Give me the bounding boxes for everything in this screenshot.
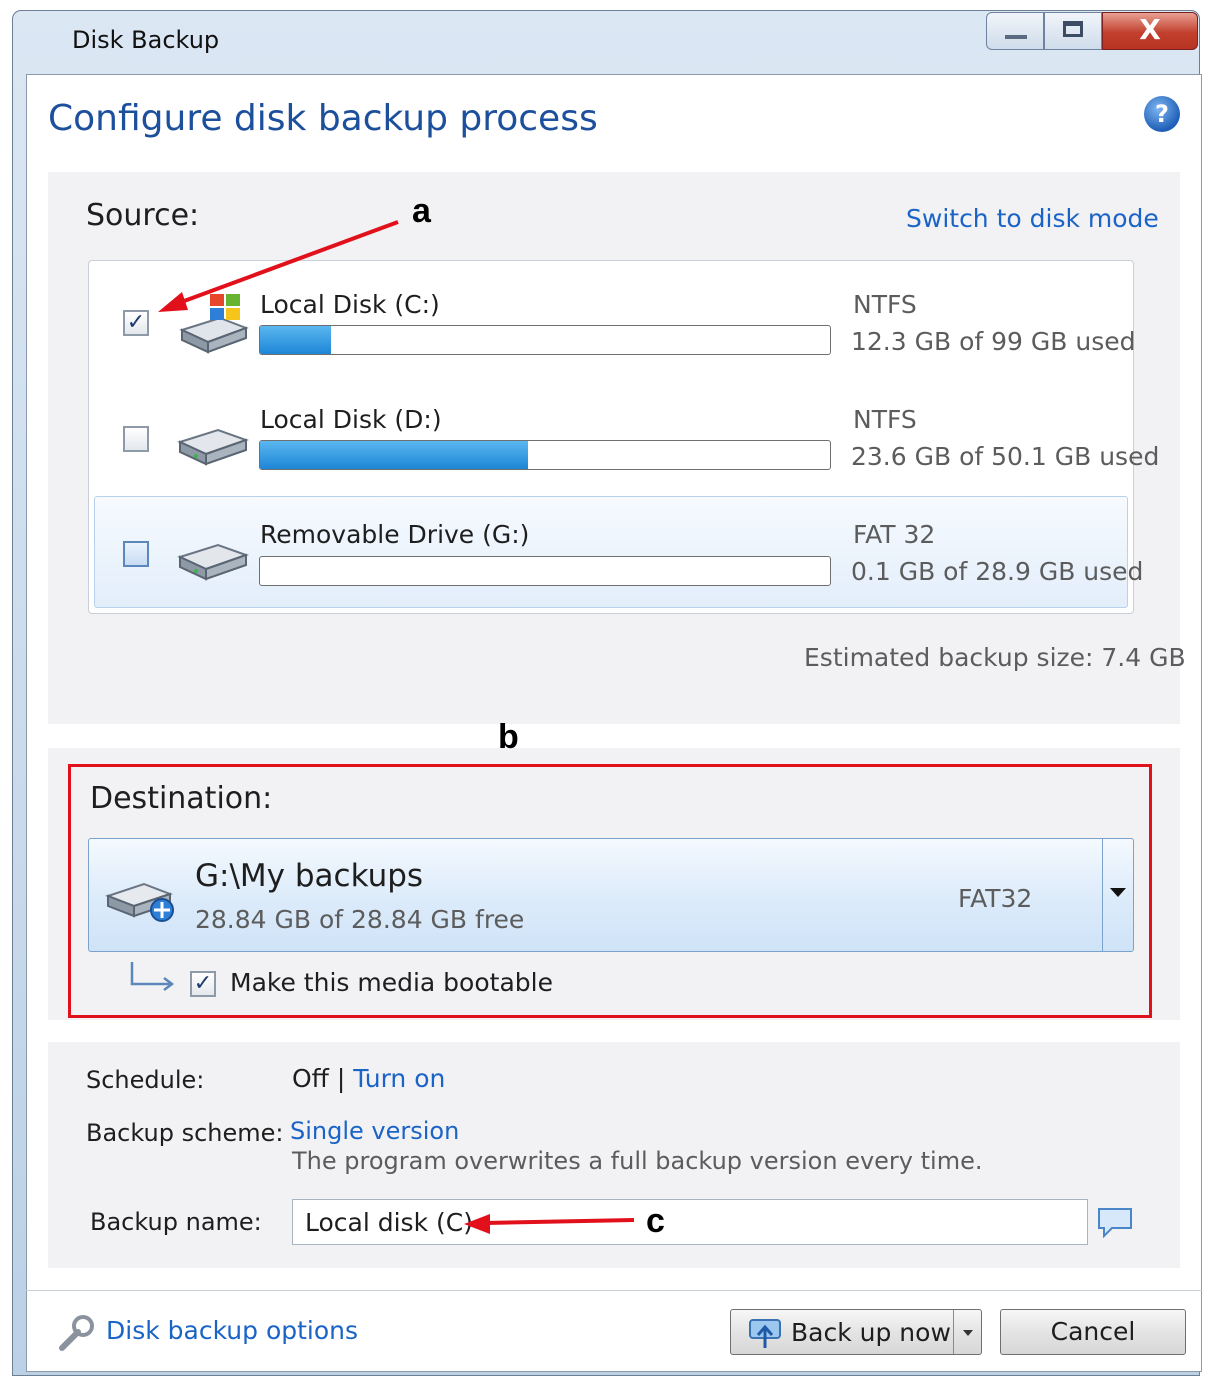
destination-free-space: 28.84 GB of 28.84 GB free <box>195 905 525 934</box>
switch-to-disk-mode-link[interactable]: Switch to disk mode <box>906 204 1159 233</box>
drive-icon <box>177 428 249 466</box>
drive-g-filesystem: FAT 32 <box>853 520 936 549</box>
disk-c-usage-text: 12.3 GB of 99 GB used <box>851 327 1136 356</box>
maximize-icon <box>1063 21 1083 37</box>
bootable-checkbox[interactable]: ✓ <box>190 971 216 997</box>
annotation-arrow-a <box>158 220 399 312</box>
minimize-button[interactable] <box>986 12 1044 50</box>
annotation-label-a: a <box>412 192 431 230</box>
schedule-label: Schedule: <box>86 1066 205 1094</box>
destination-path: G:\My backups <box>195 858 424 894</box>
estimated-backup-size: Estimated backup size: 7.4 GB <box>804 643 1186 672</box>
backup-name-input[interactable]: Local disk (C) <box>292 1199 1088 1245</box>
chevron-down-icon[interactable] <box>963 1330 973 1336</box>
backup-name-value: Local disk (C) <box>305 1208 473 1237</box>
drive-g-usage-bar <box>259 556 831 586</box>
backup-icon <box>749 1319 781 1348</box>
wrench-icon <box>59 1315 94 1351</box>
annotation-label-b: b <box>498 718 519 756</box>
back-up-now-button[interactable]: Back up now <box>730 1309 982 1355</box>
disk-d-usage-fill <box>260 441 529 469</box>
check-mark-icon: ✓ <box>193 971 213 996</box>
cancel-button[interactable]: Cancel <box>1000 1309 1186 1355</box>
back-up-now-label: Back up now <box>791 1318 951 1347</box>
maximize-button[interactable] <box>1044 12 1102 50</box>
footer-separator <box>26 1290 1202 1291</box>
turn-on-schedule-link[interactable]: Turn on <box>353 1064 445 1093</box>
close-icon: X <box>1139 13 1161 46</box>
drive-icon <box>177 543 249 581</box>
disk-c-filesystem: NTFS <box>853 290 917 319</box>
backup-scheme-link[interactable]: Single version <box>290 1117 459 1145</box>
comment-icon[interactable] <box>1096 1206 1134 1238</box>
annotation-label-c: c <box>646 1202 665 1240</box>
schedule-value: Off <box>292 1064 329 1093</box>
backup-name-label: Backup name: <box>90 1208 262 1236</box>
close-button[interactable]: X <box>1102 12 1198 50</box>
split-button-divider <box>953 1310 954 1354</box>
disk-c-usage-bar <box>259 325 831 355</box>
drive-g-usage-text: 0.1 GB of 28.9 GB used <box>851 557 1144 586</box>
disk-d-checkbox[interactable] <box>123 426 149 452</box>
drive-g-name: Removable Drive (G:) <box>260 520 530 549</box>
schedule-status: Off | Turn on <box>292 1064 445 1093</box>
schedule-separator: | <box>336 1064 346 1093</box>
drive-g-checkbox[interactable] <box>123 541 149 567</box>
backup-scheme-description: The program overwrites a full backup ver… <box>292 1147 983 1175</box>
check-mark-icon: ✓ <box>126 310 146 335</box>
disk-d-filesystem: NTFS <box>853 405 917 434</box>
indent-arrow-icon <box>130 962 175 991</box>
backup-scheme-label: Backup scheme: <box>86 1119 284 1147</box>
help-icon[interactable]: ? <box>1144 96 1180 132</box>
minimize-icon <box>1005 35 1027 39</box>
disk-d-name: Local Disk (D:) <box>260 405 442 434</box>
bootable-label[interactable]: Make this media bootable <box>230 968 553 997</box>
window-title: Disk Backup <box>72 26 220 54</box>
disk-backup-options-link[interactable]: Disk backup options <box>106 1316 358 1345</box>
chevron-down-icon <box>1110 888 1126 897</box>
disk-d-usage-text: 23.6 GB of 50.1 GB used <box>851 442 1160 471</box>
disk-c-usage-fill <box>260 326 331 354</box>
removable-drive-icon <box>105 882 174 922</box>
annotation-arrow-c <box>464 1214 635 1234</box>
page-title: Configure disk backup process <box>48 98 598 139</box>
disk-d-usage-bar <box>259 440 831 470</box>
destination-filesystem: FAT32 <box>958 884 1033 913</box>
destination-label: Destination: <box>90 781 273 816</box>
disk-c-checkbox[interactable]: ✓ <box>123 310 149 336</box>
